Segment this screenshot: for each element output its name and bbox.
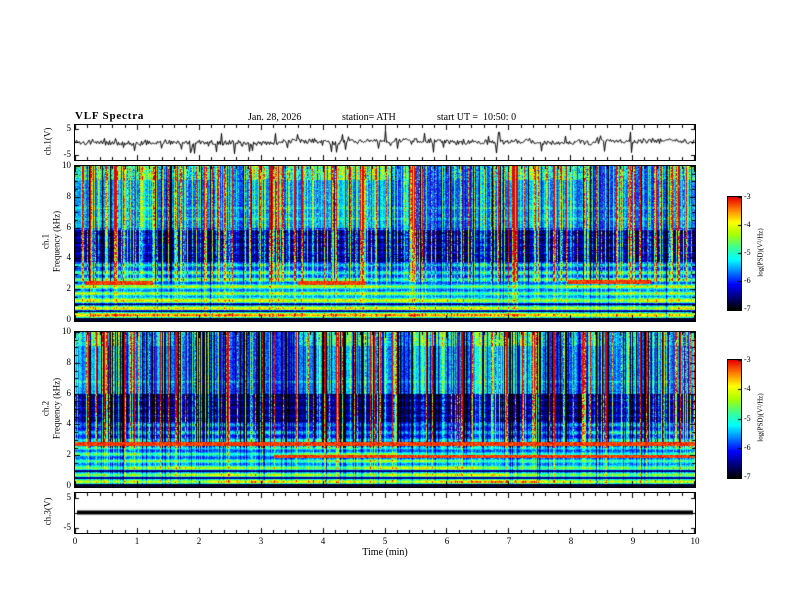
- y-tick-label: 5: [66, 491, 72, 502]
- ch1-colorbar-label: log(PSD)(V²/Hz): [756, 228, 765, 277]
- x-tick-label: 2: [196, 536, 202, 546]
- ch1-waveform-canvas: [74, 124, 696, 161]
- figure-title: VLF Spectra: [75, 110, 145, 122]
- colorbar-tick-label: -3: [744, 355, 751, 364]
- colorbar-tick-label: -4: [744, 220, 751, 229]
- y-tick-label: 10: [62, 160, 71, 170]
- y-tick-label: 4: [66, 252, 72, 263]
- y-tick-label: 8: [66, 190, 72, 201]
- ch2-colorbar: [727, 359, 742, 479]
- x-tick-label: 4: [320, 536, 326, 546]
- x-tick-label: 6: [444, 536, 450, 546]
- y-tick-label: 6: [66, 387, 72, 398]
- colorbar-tick-label: -5: [744, 413, 751, 423]
- colorbar-tick-label: -3: [744, 192, 751, 201]
- y-tick-label: 8: [66, 356, 72, 367]
- ch2-colorbar-label: log(PSD)(V²/Hz): [756, 393, 765, 442]
- colorbar-tick-label: -4: [744, 384, 751, 394]
- y-tick-label: 4: [66, 418, 72, 429]
- figure-start-ut: start UT = 10:50: 0: [437, 112, 517, 123]
- colorbar-tick-label: -6: [744, 276, 751, 285]
- y-tick-label: 2: [66, 283, 72, 294]
- colorbar-tick-label: -6: [744, 442, 751, 452]
- x-tick-label: 0: [72, 536, 78, 546]
- ch2-spectrogram-canvas: [74, 331, 696, 488]
- y-tick-label: 0: [66, 314, 72, 324]
- ch3-waveform-canvas: [74, 492, 696, 534]
- ch1-colorbar: [727, 196, 742, 311]
- y-tick-label: 0: [66, 480, 72, 490]
- y-tick-label: -5: [63, 521, 72, 532]
- x-tick-label: 8: [568, 536, 574, 546]
- x-axis-label: Time (min): [362, 547, 408, 558]
- figure-station: station= ATH: [342, 112, 396, 123]
- colorbar-tick-label: -7: [744, 472, 751, 481]
- y-tick-label: 2: [66, 449, 72, 460]
- figure-date: Jan. 28, 2026: [248, 112, 302, 123]
- x-tick-label: 3: [258, 536, 264, 546]
- y-tick-label: 5: [66, 122, 72, 133]
- vlf-spectra-figure: VLF Spectra Jan. 28, 2026 station= ATH s…: [0, 0, 792, 612]
- colorbar-tick-label: -5: [744, 248, 751, 257]
- y-tick-label: -5: [63, 149, 72, 160]
- y-tick-label: 10: [62, 326, 71, 336]
- colorbar-tick-label: -7: [744, 304, 751, 313]
- y-tick-label: 6: [66, 221, 72, 232]
- x-tick-label: 7: [506, 536, 512, 546]
- x-tick-label: 5: [382, 536, 388, 546]
- x-tick-label: 1: [134, 536, 140, 546]
- x-tick-label: 10: [690, 536, 700, 546]
- x-tick-label: 9: [630, 536, 636, 546]
- ch1-spectrogram-canvas: [74, 165, 696, 322]
- ch3-waveform-ylabel: ch.3(V): [42, 497, 53, 526]
